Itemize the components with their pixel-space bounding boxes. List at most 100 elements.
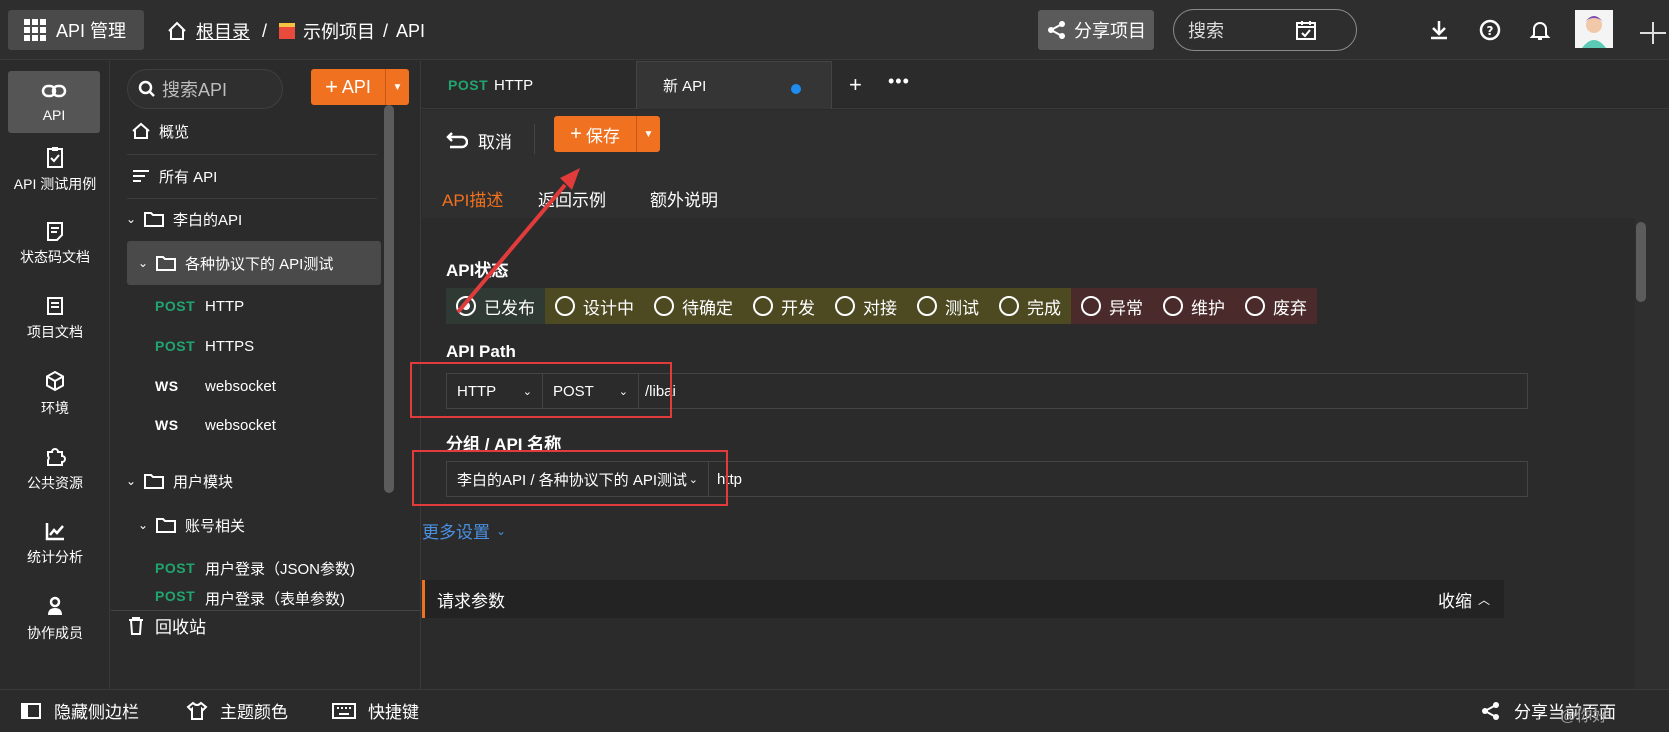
save-button[interactable]: + 保存 ▼: [554, 116, 660, 152]
folder-label: 用户模块: [173, 473, 234, 491]
theme-label: 主题颜色: [220, 703, 288, 722]
status-deprecated[interactable]: 废弃: [1235, 288, 1317, 324]
api-path-input[interactable]: /libai: [639, 383, 1527, 400]
api-item[interactable]: POST HTTP: [155, 286, 407, 326]
folder-icon: [144, 212, 164, 227]
hide-sidebar-button[interactable]: 隐藏侧边栏: [20, 698, 139, 723]
download-icon[interactable]: [1425, 16, 1453, 44]
save-main[interactable]: + 保存: [554, 116, 636, 152]
sidebar-item-all-api[interactable]: 所有 API: [131, 156, 383, 196]
nav-label: 项目文档: [27, 324, 83, 340]
global-search-input[interactable]: 搜索: [1173, 9, 1357, 51]
cancel-button[interactable]: 取消: [446, 122, 512, 158]
nav-item-test-cases[interactable]: API 测试用例: [0, 135, 110, 205]
recycle-bin[interactable]: 回收站: [127, 613, 206, 638]
breadcrumb-root[interactable]: 根目录: [196, 18, 250, 44]
status-integrating[interactable]: 对接: [825, 288, 907, 324]
nav-item-project-docs[interactable]: 项目文档: [0, 284, 110, 354]
sidebar-toggle-icon: [21, 702, 41, 719]
sidebar-scrollbar[interactable]: [384, 105, 394, 493]
folder-user-module[interactable]: ⌄ 用户模块: [123, 461, 375, 501]
save-dropdown[interactable]: ▼: [636, 116, 660, 152]
users-icon: [48, 596, 62, 615]
folder-libai[interactable]: ⌄ 李白的API: [123, 199, 375, 239]
method-badge: POST: [448, 77, 489, 93]
chevron-down-icon: ⌄: [137, 256, 149, 270]
method-badge: POST: [155, 588, 196, 604]
api-item[interactable]: WS websocket: [155, 405, 407, 445]
add-api-main[interactable]: + API: [311, 74, 385, 100]
collapse-toggle[interactable]: 收缩 ︿: [1438, 587, 1490, 612]
overview-label: 概览: [159, 123, 190, 141]
api-item[interactable]: POST HTTPS: [155, 326, 407, 366]
shortcuts-button[interactable]: 快捷键: [332, 698, 419, 723]
main-scrollbar[interactable]: [1636, 222, 1646, 302]
status-pending[interactable]: 待确定: [644, 288, 743, 324]
collapse-label: 收缩: [1437, 591, 1472, 611]
chart-icon: [45, 523, 64, 541]
status-label: API状态: [446, 261, 509, 280]
status-developing[interactable]: 开发: [743, 288, 825, 324]
breadcrumb-project[interactable]: 示例项目: [303, 18, 375, 44]
status-option-label: 维护: [1191, 298, 1225, 318]
status-option-label: 测试: [945, 298, 979, 318]
chevron-down-icon: ⌄: [125, 212, 137, 226]
link-icon: [41, 84, 67, 98]
tab-label: 新 API: [663, 78, 707, 95]
nav-label: API 测试用例: [13, 176, 97, 192]
api-search-input[interactable]: 搜索API: [127, 69, 283, 109]
help-icon[interactable]: ?: [1476, 16, 1504, 44]
add-api-dropdown[interactable]: ▼: [385, 69, 409, 105]
status-designing[interactable]: 设计中: [545, 288, 644, 324]
radio-icon: [917, 296, 937, 316]
app-menu-button[interactable]: API 管理: [8, 10, 144, 50]
sidebar-item-overview[interactable]: 概览: [131, 111, 383, 151]
folder-icon: [144, 474, 164, 489]
status-testing[interactable]: 测试: [907, 288, 989, 324]
nav-item-api[interactable]: API: [8, 71, 100, 133]
nav-item-environment[interactable]: 环境: [0, 359, 110, 429]
status-published[interactable]: 已发布: [446, 288, 545, 324]
method-badge: POST: [155, 560, 196, 576]
form-area: API状态 已发布 设计中 待确定 开发 对接 测试 完成 异常 维护 废弃 A…: [410, 218, 1635, 689]
theme-color-button[interactable]: 主题颜色: [186, 698, 288, 723]
annotation-box: [412, 450, 728, 506]
api-item[interactable]: WS websocket: [155, 366, 407, 406]
hide-sidebar-label: 隐藏侧边栏: [54, 703, 139, 722]
add-api-button[interactable]: + API ▼: [311, 69, 409, 105]
nav-item-status-codes[interactable]: 状态码文档: [0, 209, 110, 279]
more-settings-link[interactable]: 更多设置 ⌄: [422, 518, 506, 543]
api-item[interactable]: POST 用户登录（表单参数): [155, 588, 395, 610]
doc-icon: [47, 222, 63, 241]
nav-item-public-resources[interactable]: 公共资源: [0, 434, 110, 504]
nav-item-members[interactable]: 协作成员: [0, 584, 110, 654]
status-maintenance[interactable]: 维护: [1153, 288, 1235, 324]
status-option-label: 废弃: [1273, 298, 1307, 318]
api-item[interactable]: POST 用户登录（JSON参数): [155, 548, 395, 588]
tab-extra-notes[interactable]: 额外说明: [650, 186, 718, 220]
breadcrumb-separator: /: [262, 20, 268, 41]
method-badge: POST: [155, 298, 196, 314]
calendar-check-icon[interactable]: [1292, 16, 1320, 44]
folder-protocol-tests[interactable]: ⌄ 各种协议下的 API测试: [135, 243, 387, 283]
request-params-header[interactable]: 请求参数 收缩 ︿: [422, 580, 1504, 618]
annotation-box: [410, 362, 672, 418]
more-icon[interactable]: •••: [888, 71, 910, 92]
tab-post-http[interactable]: POST HTTP: [422, 61, 634, 109]
nav-label: 协作成员: [27, 625, 83, 641]
avatar[interactable]: [1575, 10, 1613, 48]
status-done[interactable]: 完成: [989, 288, 1071, 324]
api-name-input[interactable]: http: [709, 471, 1527, 488]
tab-api-description[interactable]: API描述: [442, 186, 503, 220]
bell-icon[interactable]: [1526, 16, 1554, 44]
nav-item-statistics[interactable]: 统计分析: [0, 509, 110, 579]
tab-response-example[interactable]: 返回示例: [538, 186, 606, 220]
tab-new-api[interactable]: 新 API: [636, 61, 832, 109]
plus-icon-bar: [1652, 22, 1654, 44]
toolbar-divider: [534, 124, 535, 154]
add-tab-icon[interactable]: +: [849, 72, 862, 98]
folder-account[interactable]: ⌄ 账号相关: [135, 505, 387, 545]
status-error[interactable]: 异常: [1071, 288, 1153, 324]
share-project-button[interactable]: 分享项目: [1038, 10, 1154, 50]
api-name: HTTP: [205, 297, 245, 315]
